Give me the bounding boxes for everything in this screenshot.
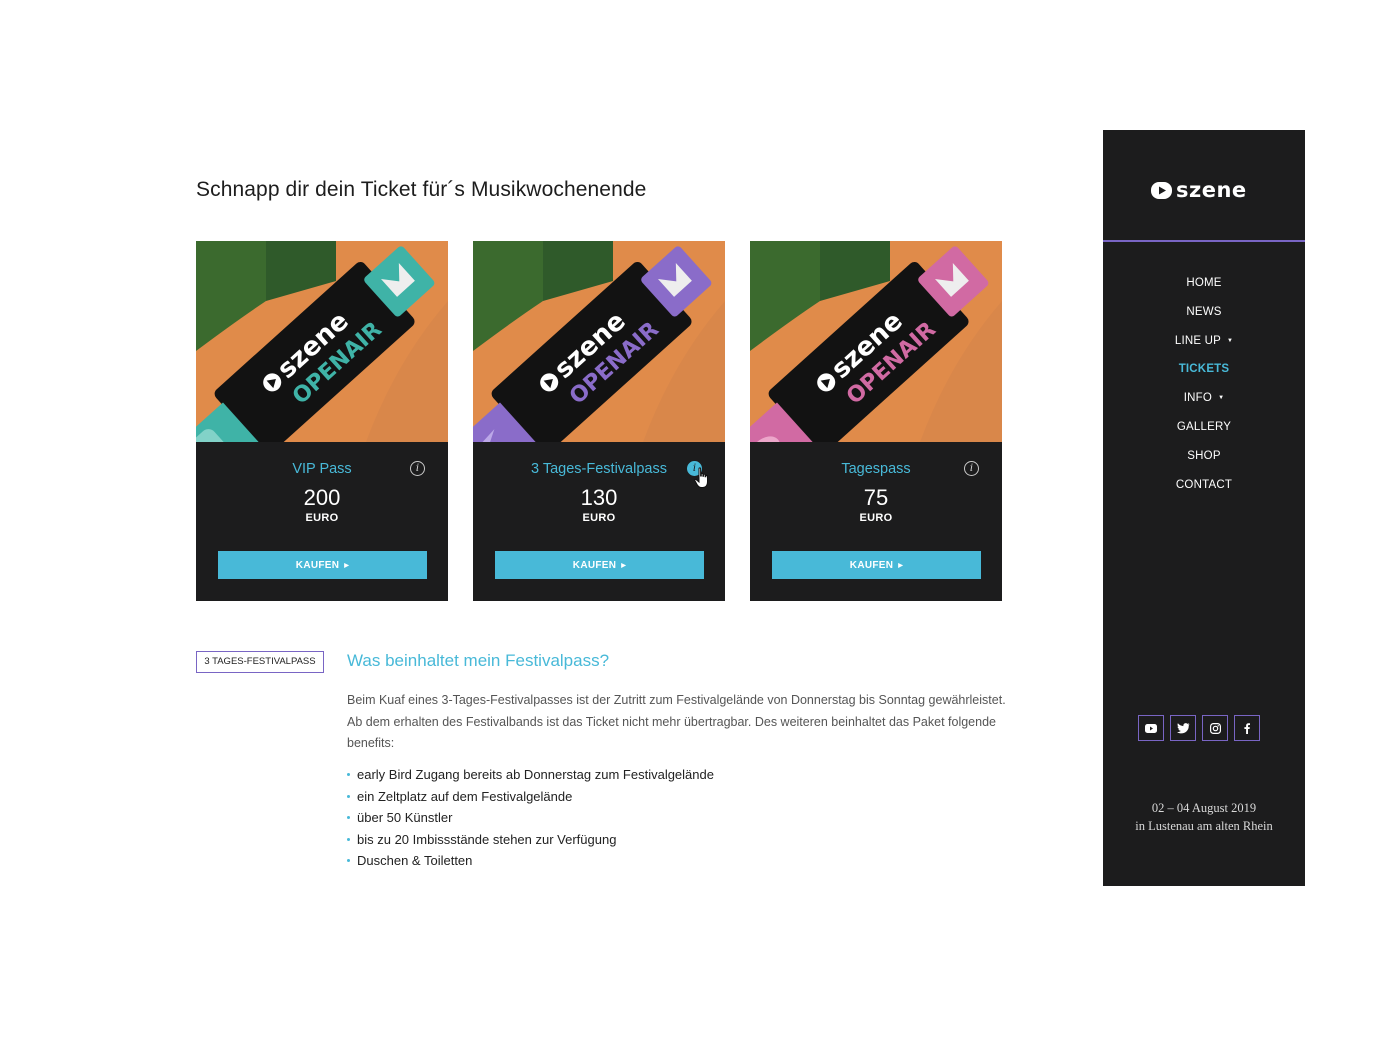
benefit-text: early Bird Zugang bereits ab Donnerstag … bbox=[357, 767, 714, 782]
caret-right-icon: ▶ bbox=[344, 562, 350, 569]
twitter-link[interactable] bbox=[1170, 715, 1196, 741]
ticket-image: szene OPENAIR bbox=[750, 241, 1002, 442]
youtube-link[interactable] bbox=[1138, 715, 1164, 741]
nav-item-tickets[interactable]: TICKETS bbox=[1103, 360, 1305, 389]
instagram-link[interactable] bbox=[1202, 715, 1228, 741]
list-item: Duschen & Toiletten bbox=[347, 850, 714, 872]
logo-text: szene bbox=[1176, 178, 1247, 202]
nav-item-label: LINE UP bbox=[1174, 334, 1221, 347]
instagram-icon bbox=[1209, 722, 1221, 734]
caret-down-icon: ▼ bbox=[1218, 395, 1225, 402]
ticket-price: 75 bbox=[863, 485, 889, 510]
nav-item-home[interactable]: HOME bbox=[1103, 274, 1305, 303]
nav-item-info[interactable]: INFO ▼ bbox=[1103, 389, 1305, 418]
nav-item-label: TICKETS bbox=[1178, 363, 1230, 376]
ticket-image: szene OPENAIR bbox=[196, 241, 448, 442]
bullet-icon bbox=[347, 773, 350, 776]
list-item: ein Zeltplatz auf dem Festivalgelände bbox=[347, 786, 714, 808]
facebook-link[interactable] bbox=[1234, 715, 1260, 741]
bullet-icon bbox=[347, 816, 350, 820]
section-title: Was beinhaltet mein Festivalpass? bbox=[347, 651, 610, 670]
ticket-price: 200 bbox=[303, 485, 341, 510]
nav-item-label: INFO bbox=[1183, 392, 1213, 405]
pass-description: Beim Kuaf eines 3-Tages-Festivalpasses i… bbox=[347, 693, 1006, 751]
event-date-line: 02 – 04 August 2019 bbox=[1151, 801, 1257, 815]
list-item: über 50 Künstler bbox=[347, 807, 714, 829]
buy-button[interactable]: KAUFEN ▶ bbox=[218, 551, 427, 579]
logo[interactable]: szene bbox=[1151, 178, 1247, 202]
nav-item-label: NEWS bbox=[1186, 305, 1222, 318]
bullet-icon bbox=[347, 859, 350, 863]
ticket-currency: EURO bbox=[305, 512, 339, 524]
buy-button-label: KAUFEN bbox=[572, 559, 617, 571]
bullet-icon bbox=[347, 794, 350, 798]
social-links bbox=[1138, 715, 1260, 741]
nav-item-contact[interactable]: CONTACT bbox=[1103, 476, 1305, 505]
twitter-icon bbox=[1176, 722, 1189, 733]
ticket-card-tagespass: szene OPENAIR Tagespass i 75 EURO KAUFEN… bbox=[750, 241, 1002, 601]
ticket-image: szene OPENAIR bbox=[473, 241, 725, 442]
divider bbox=[1103, 240, 1305, 242]
list-item: early Bird Zugang bereits ab Donnerstag … bbox=[347, 764, 714, 786]
buy-button-label: KAUFEN bbox=[849, 559, 894, 571]
nav-item-label: HOME bbox=[1186, 277, 1222, 289]
benefit-text: Duschen & Toiletten bbox=[357, 853, 473, 869]
bullet-icon bbox=[347, 837, 350, 841]
benefit-text: über 50 Künstler bbox=[357, 810, 453, 826]
ticket-card-vip: szene OPENAIR VIP Pass i 200 EURO KAUFEN… bbox=[196, 241, 448, 601]
nav-item-news[interactable]: NEWS bbox=[1103, 303, 1305, 332]
buy-button[interactable]: KAUFEN ▶ bbox=[495, 551, 704, 579]
nav-item-gallery[interactable]: GALLERY bbox=[1103, 418, 1305, 447]
list-item: bis zu 20 Imbissstände stehen zur Verfüg… bbox=[347, 829, 714, 851]
ticket-price: 130 bbox=[580, 485, 618, 510]
main-nav: HOME NEWS LINE UP ▼ TICKETS INFO ▼ GALLERY… bbox=[1103, 274, 1305, 504]
event-location-line: in Lustenau am alten Rhein bbox=[1135, 819, 1273, 833]
caret-right-icon: ▶ bbox=[621, 562, 627, 569]
sidebar: szene HOME NEWS LINE UP ▼ TICKETS INFO ▼ G… bbox=[1103, 130, 1305, 886]
ticket-currency: EURO bbox=[859, 512, 893, 524]
selected-pass-tag: 3 TAGES-FESTIVALPASS bbox=[196, 651, 324, 673]
benefit-text: bis zu 20 Imbissstände stehen zur Verfüg… bbox=[357, 831, 617, 847]
play-logo-icon bbox=[1151, 181, 1172, 199]
benefit-text: ein Zeltplatz auf dem Festivalgelände bbox=[357, 788, 573, 804]
info-icon[interactable]: i bbox=[964, 461, 979, 476]
nav-item-label: SHOP bbox=[1187, 449, 1221, 462]
event-date: 02 – 04 August 2019 in Lustenau am alten… bbox=[1103, 799, 1305, 835]
ticket-currency: EURO bbox=[582, 512, 616, 524]
caret-down-icon: ▼ bbox=[1227, 337, 1234, 344]
nav-item-line-up[interactable]: LINE UP ▼ bbox=[1103, 332, 1305, 361]
buy-button[interactable]: KAUFEN ▶ bbox=[772, 551, 981, 579]
nav-item-shop[interactable]: SHOP bbox=[1103, 447, 1305, 476]
buy-button-label: KAUFEN bbox=[295, 559, 340, 571]
youtube-icon bbox=[1145, 723, 1157, 733]
ticket-card-3-tages: szene OPENAIR 3 Tages-Festivalpass i 130… bbox=[473, 241, 725, 601]
caret-right-icon: ▶ bbox=[898, 562, 904, 569]
page-title: Schnapp dir dein Ticket für´s Musikwoche… bbox=[196, 178, 647, 201]
hand-cursor-icon bbox=[694, 467, 708, 488]
nav-item-label: CONTACT bbox=[1175, 478, 1233, 491]
benefits-list: early Bird Zugang bereits ab Donnerstag … bbox=[347, 764, 714, 872]
nav-item-label: GALLERY bbox=[1176, 420, 1232, 433]
facebook-icon bbox=[1244, 722, 1250, 734]
info-icon[interactable]: i bbox=[410, 461, 425, 476]
